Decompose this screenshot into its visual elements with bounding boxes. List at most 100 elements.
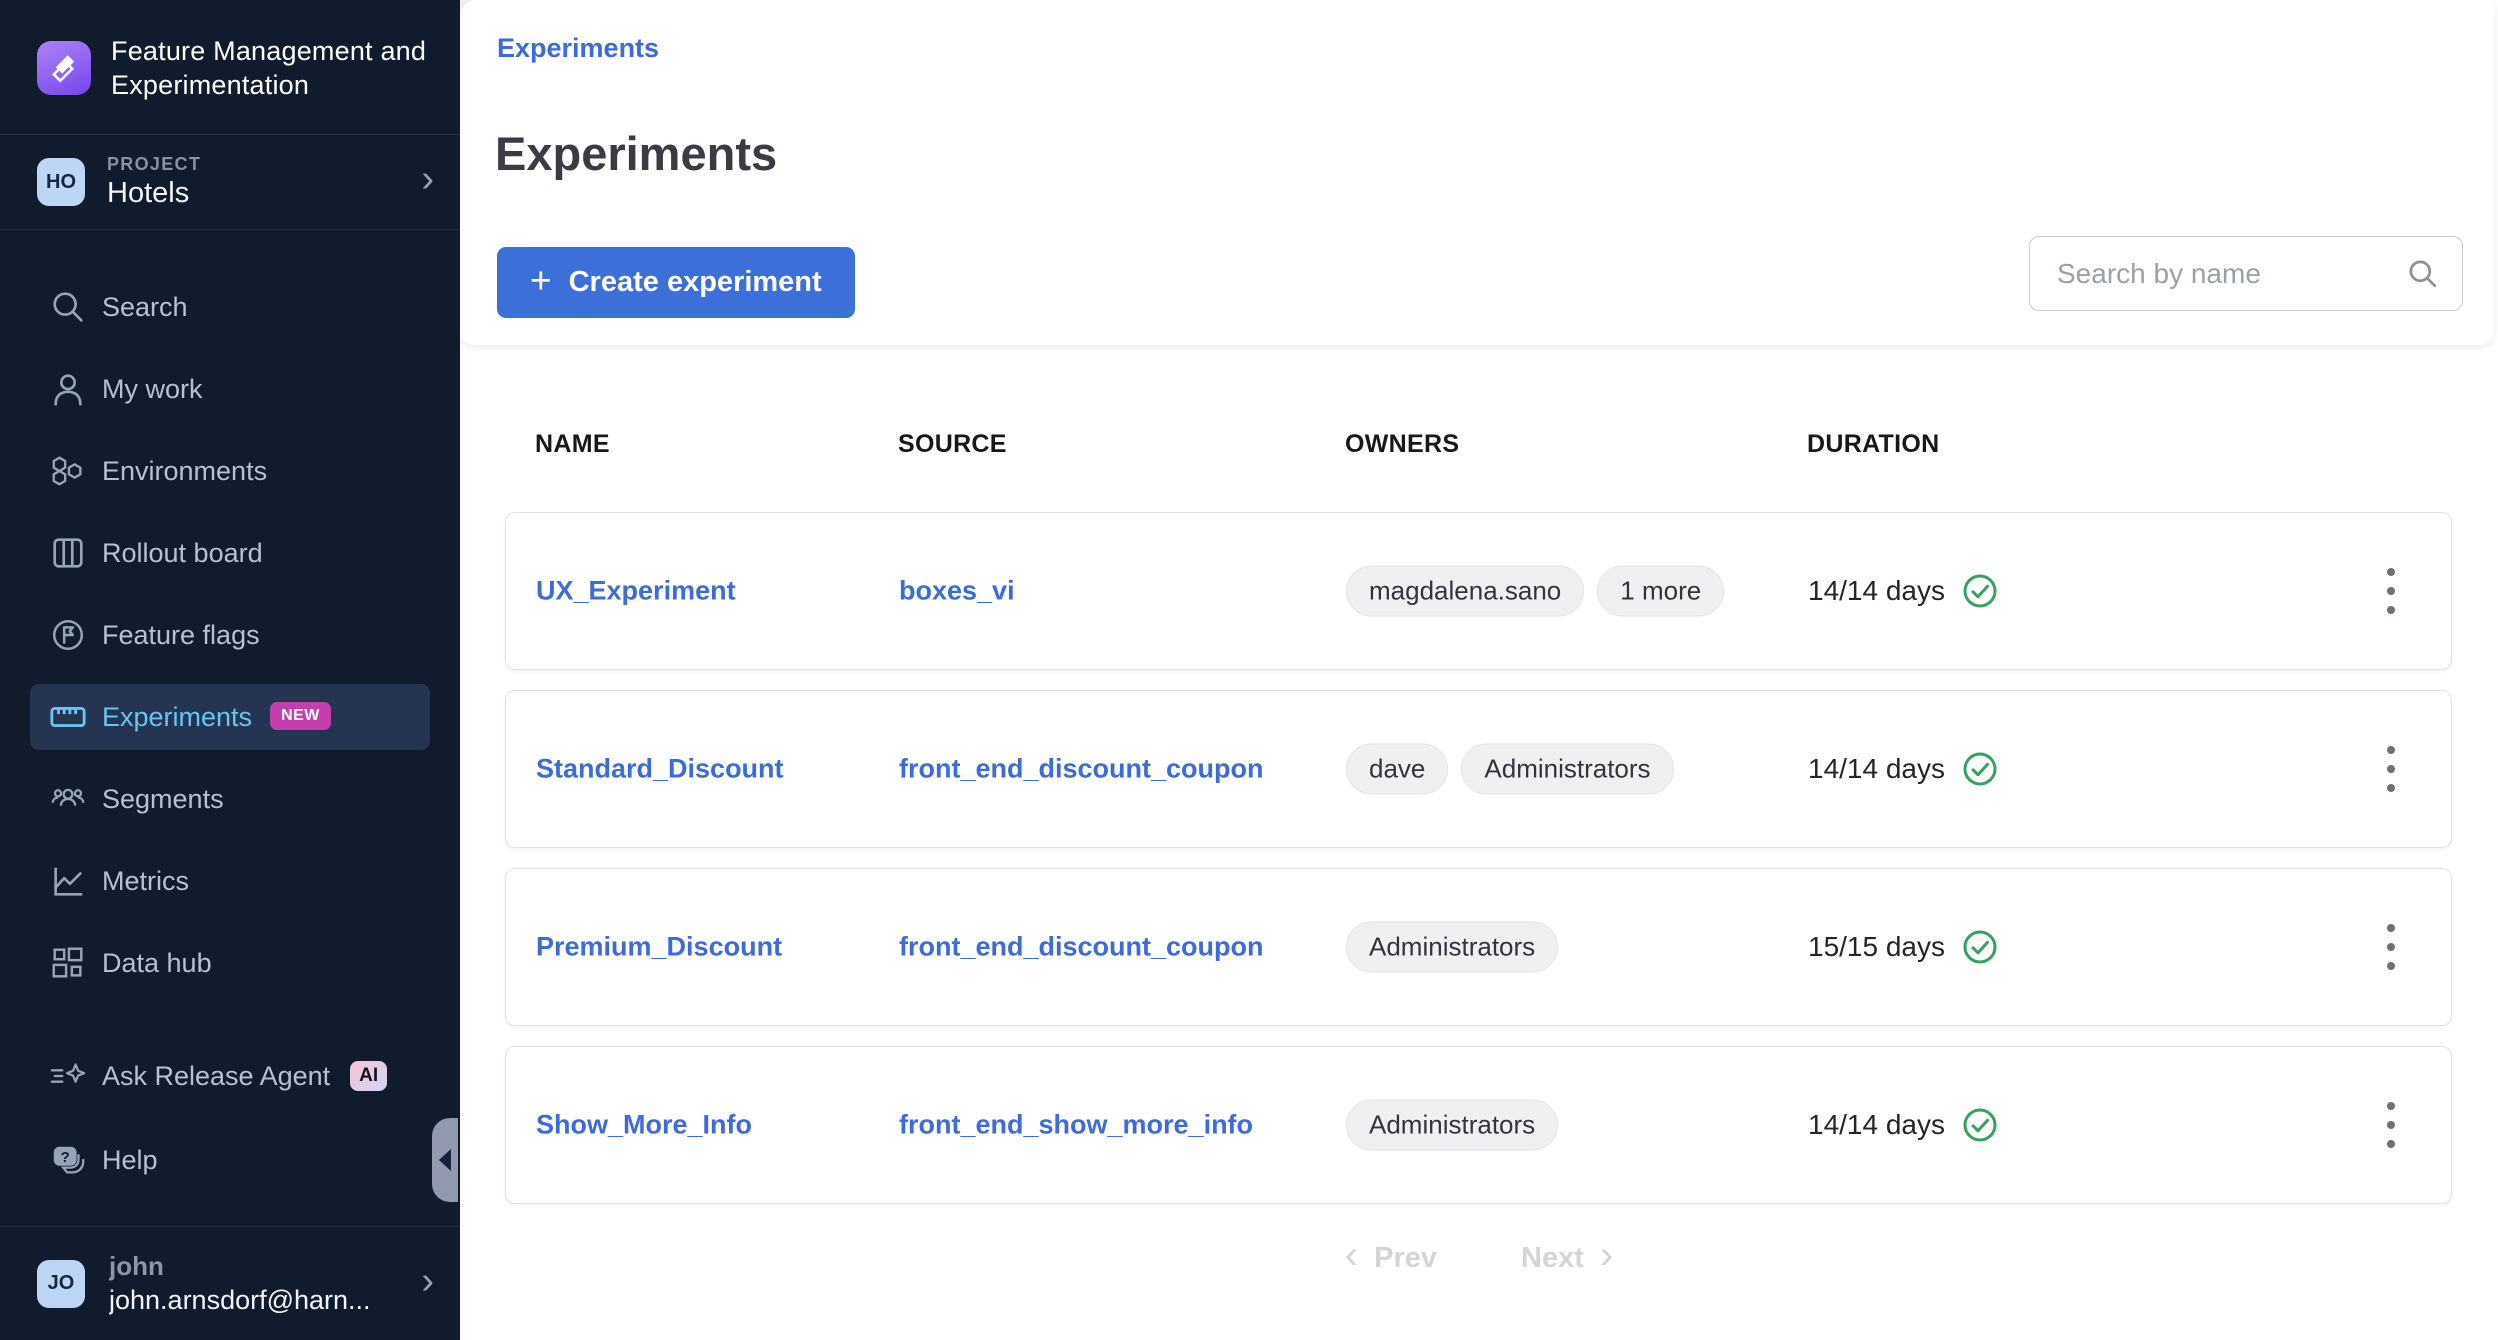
sidebar-item-label: My work [102,374,203,405]
user-account[interactable]: JO john john.arnsdorf@harn... › [0,1226,460,1340]
experiment-source-link[interactable]: boxes_vi [899,576,1015,607]
experiment-source-link[interactable]: front_end_show_more_info [899,1110,1253,1141]
chevron-left-icon: ‹ [1345,1235,1358,1275]
sidebar-nav-footer: Ask Release Agent AI? Help [30,1043,430,1211]
search-icon [48,287,88,327]
owner-pill: Administrators [1346,922,1558,973]
duration-cell: 14/14 days [1808,1105,2000,1145]
experiment-name-link[interactable]: Standard_Discount [536,754,784,785]
check-circle-icon [1960,927,2000,967]
owners-cell: Administrators [1346,1100,1558,1151]
experiment-source-link[interactable]: front_end_discount_coupon [899,932,1264,963]
experiment-name-link[interactable]: Premium_Discount [536,932,782,963]
breadcrumb[interactable]: Experiments [497,33,659,64]
sidebar-item-rollout-board[interactable]: Rollout board [30,520,430,586]
duration-cell: 14/14 days [1808,571,2000,611]
main-content: Experiments Experiments + Create experim… [460,0,2498,1340]
sidebar-item-environments[interactable]: Environments [30,438,430,504]
sidebar-item-label: Segments [102,784,224,815]
owners-cell: Administrators [1346,922,1558,973]
project-selector[interactable]: HO PROJECT Hotels › [0,135,460,229]
row-menu-button[interactable] [2368,1080,2414,1170]
sidebar-item-label: Metrics [102,866,189,897]
sidebar-item-feature-flags[interactable]: Feature flags [30,602,430,668]
sidebar-item-label: Help [102,1145,158,1176]
create-experiment-button[interactable]: + Create experiment [497,247,855,318]
experiment-row: Show_More_Info front_end_show_more_info Ad… [505,1046,2452,1204]
user-email: john.arnsdorf@harn... [109,1285,371,1316]
owners-cell: magdalena.sano 1 more [1346,566,1724,617]
row-menu-button[interactable] [2368,902,2414,992]
check-circle-icon [1960,571,2000,611]
app-header: Feature Management and Experimentation [0,0,460,134]
duration-value: 14/14 days [1808,753,1945,785]
app-title: Feature Management and Experimentation [111,34,432,102]
rollout-board-icon [48,533,88,573]
project-label: PROJECT [107,154,201,175]
duration-value: 14/14 days [1808,1109,1945,1141]
owner-pill: dave [1346,744,1448,795]
experiments-icon [48,697,88,737]
column-header-source: SOURCE [898,430,1007,459]
page-header: Experiments Experiments + Create experim… [460,0,2494,345]
experiment-row: UX_Experiment boxes_vi magdalena.sano 1 mor… [505,512,2452,670]
sidebar-collapse-handle[interactable] [432,1118,458,1202]
sidebar-item-segments[interactable]: Segments [30,766,430,832]
column-header-owners: OWNERS [1345,430,1459,459]
user-avatar: JO [37,1260,85,1308]
owner-pill: Administrators [1346,1100,1558,1151]
project-name: Hotels [107,177,201,210]
prev-page-button[interactable]: ‹ Prev [1345,1238,1437,1278]
ai-badge: AI [350,1061,387,1091]
sidebar-item-help[interactable]: ? Help [30,1127,430,1193]
duration-value: 14/14 days [1808,575,1945,607]
sidebar-item-ask-release-agent[interactable]: Ask Release Agent AI [30,1043,430,1109]
sidebar-item-label: Environments [102,456,267,487]
next-page-button[interactable]: Next › [1521,1238,1613,1278]
new-badge: NEW [270,702,331,730]
sidebar-item-my-work[interactable]: My work [30,356,430,422]
user-name: john [109,1251,371,1282]
segments-icon [48,779,88,819]
sidebar: Feature Management and Experimentation H… [0,0,460,1340]
sparkle-icon [48,1056,88,1096]
sidebar-item-experiments[interactable]: ExperimentsNEW [30,684,430,750]
sidebar-item-label: Search [102,292,188,323]
project-avatar: HO [37,158,85,206]
row-menu-button[interactable] [2368,546,2414,636]
app-logo-icon[interactable] [37,41,91,95]
metrics-icon [48,861,88,901]
duration-value: 15/15 days [1808,931,1945,963]
experiment-row: Premium_Discount front_end_discount_coupo… [505,868,2452,1026]
page-title: Experiments [495,126,777,181]
sidebar-item-label: Feature flags [102,620,260,651]
chevron-right-icon: › [1600,1235,1613,1275]
owner-pill: magdalena.sano [1346,566,1584,617]
feature-flags-icon [48,615,88,655]
sidebar-item-label: Rollout board [102,538,263,569]
sidebar-item-metrics[interactable]: Metrics [30,848,430,914]
column-header-duration: DURATION [1807,430,1939,459]
user-icon [48,369,88,409]
experiment-name-link[interactable]: UX_Experiment [536,576,736,607]
search-box [2029,236,2463,311]
sidebar-item-data-hub[interactable]: Data hub [30,930,430,996]
row-menu-button[interactable] [2368,724,2414,814]
data-hub-icon [48,943,88,983]
sidebar-nav: Search My work Environments Rollout board Fe… [0,230,460,996]
sidebar-item-label: Data hub [102,948,212,979]
owner-pill: Administrators [1461,744,1673,795]
experiment-name-link[interactable]: Show_More_Info [536,1110,752,1141]
sidebar-item-label: Ask Release Agent [102,1061,330,1092]
chevron-left-icon [439,1149,451,1171]
plus-icon: + [530,262,552,299]
check-circle-icon [1960,749,2000,789]
experiment-source-link[interactable]: front_end_discount_coupon [899,754,1264,785]
sidebar-item-search[interactable]: Search [30,274,430,340]
owners-cell: dave Administrators [1346,744,1674,795]
check-circle-icon [1960,1105,2000,1145]
owner-pill: 1 more [1597,566,1724,617]
duration-cell: 15/15 days [1808,927,2000,967]
search-input[interactable] [2029,236,2463,311]
help-icon: ? [48,1140,88,1180]
